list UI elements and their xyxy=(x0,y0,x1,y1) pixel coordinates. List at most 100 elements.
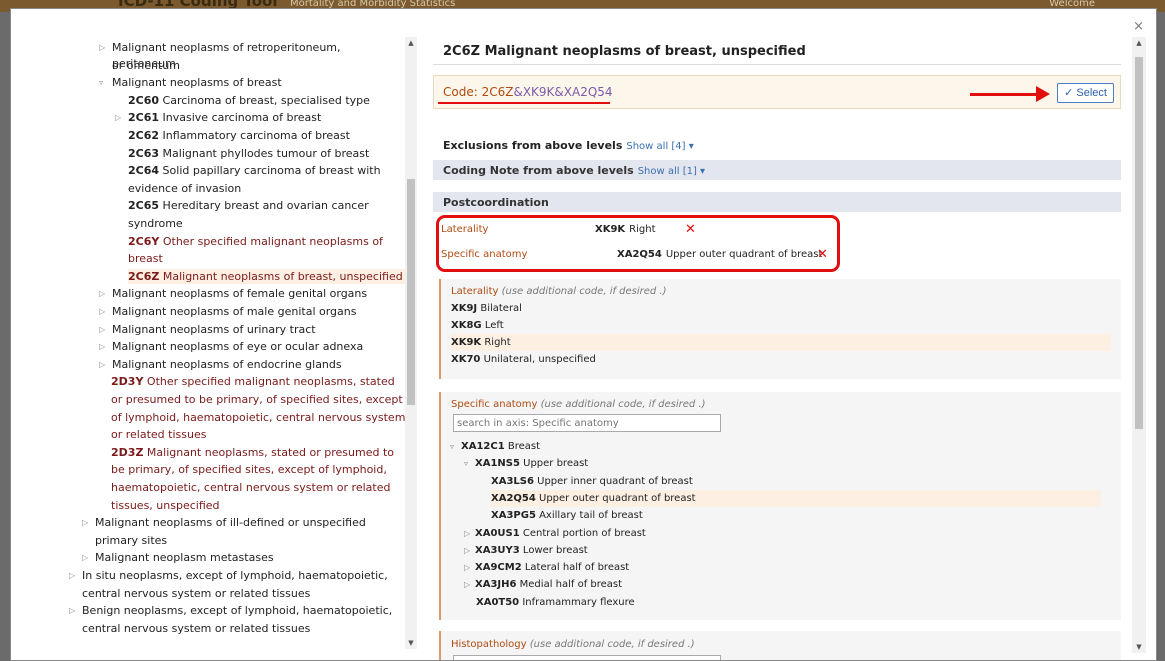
anatomy-option-xa2q54[interactable]: XA2Q54 Upper outer quadrant of breast xyxy=(491,489,1101,507)
anatomy-option-xa0t50[interactable]: XA0T50 Inframammary flexure xyxy=(476,594,635,611)
tree-item[interactable]: ▷ Benign neoplasms, except of lymphoid, h… xyxy=(69,603,392,619)
tree-item-label: Malignant neoplasms of ill-defined or un… xyxy=(95,516,366,530)
option-label: Left xyxy=(484,320,504,331)
tree-item[interactable]: ▷ Malignant neoplasms of female genital o… xyxy=(99,286,367,302)
code-ext-anatomy: XA2Q54 xyxy=(563,85,613,99)
tree-item[interactable]: ▷ Malignant neoplasms of urinary tract xyxy=(99,322,316,338)
laterality-option-xk9j[interactable]: XK9J Bilateral xyxy=(451,300,522,317)
tree-item[interactable]: haematopoietic, central nervous system o… xyxy=(111,480,390,496)
anatomy-option-xa3pg5[interactable]: XA3PG5 Axillary tail of breast xyxy=(491,507,643,524)
anatomy-option-xa1ns5[interactable]: ▿ XA1NS5 Upper breast xyxy=(464,455,589,472)
tree-item-2c61[interactable]: ▷ 2C61 Invasive carcinoma of breast xyxy=(115,110,321,126)
anatomy-option-xa12c1[interactable]: ▿ XA12C1 Breast xyxy=(450,438,540,455)
tree-item-2d3y[interactable]: 2D3Y Other specified malignant neoplasms… xyxy=(111,374,395,390)
anatomy-option-xa9cm2[interactable]: ▷ XA9CM2 Lateral half of breast xyxy=(464,559,629,576)
tree-item-label: Other specified malignant neoplasms, sta… xyxy=(146,375,395,389)
anatomy-search-input[interactable] xyxy=(453,414,721,432)
collapsed-triangle-icon[interactable]: ▷ xyxy=(464,559,470,576)
collapsed-triangle-icon[interactable]: ▷ xyxy=(99,40,105,56)
scroll-down-icon[interactable]: ▼ xyxy=(405,637,417,649)
tree-item[interactable]: or related tissues xyxy=(111,427,206,443)
collapsed-triangle-icon[interactable]: ▷ xyxy=(99,339,105,355)
tree-item-2c65[interactable]: 2C65 Hereditary breast and ovarian cance… xyxy=(128,198,369,214)
tree-item[interactable]: central nervous system or related tissue… xyxy=(82,586,310,602)
collapsed-triangle-icon[interactable]: ▷ xyxy=(99,322,105,338)
option-code: XA3LS6 xyxy=(491,475,534,487)
anatomy-title-text: Specific anatomy xyxy=(451,399,538,410)
scroll-down-icon[interactable]: ▼ xyxy=(1132,641,1146,653)
exclusions-show-all-link[interactable]: Show all [4] ▾ xyxy=(626,141,693,152)
tree-item-label: Malignant neoplasms of breast xyxy=(112,76,282,90)
collapsed-triangle-icon[interactable]: ▷ xyxy=(115,110,121,126)
tree-scrollbar[interactable]: ▲ ▼ xyxy=(405,37,417,649)
tree-item-code: 2C64 xyxy=(128,164,160,178)
coding-note-section: Coding Note from above levels Show all [1… xyxy=(433,160,1121,180)
option-label: Upper breast xyxy=(523,458,589,470)
collapsed-triangle-icon[interactable]: ▷ xyxy=(82,515,88,531)
expanded-triangle-icon[interactable]: ▿ xyxy=(450,438,454,455)
tree-item-2c62[interactable]: 2C62 Inflammatory carcinoma of breast xyxy=(128,128,350,144)
collapsed-triangle-icon[interactable]: ▷ xyxy=(69,568,75,584)
tree-item-label: or related tissues xyxy=(111,428,207,442)
anatomy-option-xa3jh6[interactable]: ▷ XA3JH6 Medial half of breast xyxy=(464,576,622,593)
tree-item[interactable]: ▷ Malignant neoplasms of endocrine glands xyxy=(99,357,342,373)
exclusions-label: Exclusions from above levels xyxy=(443,139,623,152)
laterality-option-xk8g[interactable]: XK8G Left xyxy=(451,317,504,334)
scroll-up-icon[interactable]: ▲ xyxy=(405,37,417,49)
collapsed-triangle-icon[interactable]: ▷ xyxy=(464,525,470,542)
tree-item[interactable]: syndrome xyxy=(128,216,183,232)
collapsed-triangle-icon[interactable]: ▷ xyxy=(69,603,75,619)
option-label: Axillary tail of breast xyxy=(539,510,643,522)
tree-item[interactable]: primary sites xyxy=(95,533,167,549)
tree-item[interactable]: or omentum xyxy=(112,58,180,74)
tree-item-2c6z[interactable]: 2C6Z Malignant neoplasms of breast, unsp… xyxy=(128,268,405,285)
tree-item[interactable]: tissues, unspecified xyxy=(111,498,220,514)
histopathology-search-input[interactable] xyxy=(453,655,721,660)
option-label: Upper outer quadrant of breast xyxy=(539,492,696,504)
tree-item-2c64[interactable]: 2C64 Solid papillary carcinoma of breast… xyxy=(128,163,381,179)
page-title: 2C6Z Malignant neoplasms of breast, unsp… xyxy=(443,44,806,59)
tree-item-2d3z[interactable]: 2D3Z Malignant neoplasms, stated or pres… xyxy=(111,445,394,461)
collapsed-triangle-icon[interactable]: ▷ xyxy=(82,550,88,566)
laterality-option-xk70[interactable]: XK70 Unilateral, unspecified xyxy=(451,351,596,368)
tree-item-label: Solid papillary carcinoma of breast with xyxy=(162,164,381,178)
tree-item-label: evidence of invasion xyxy=(128,181,242,195)
tree-item-label: Malignant neoplasm metastases xyxy=(95,551,274,565)
tree-item[interactable]: breast xyxy=(128,251,163,267)
tree-item[interactable]: ▷ Malignant neoplasms of male genital org… xyxy=(99,304,357,320)
collapsed-triangle-icon[interactable]: ▷ xyxy=(464,576,470,593)
tree-item[interactable]: ▷ In situ neoplasms, except of lymphoid, … xyxy=(69,568,388,584)
detail-scrollbar[interactable]: ▲ ▼ xyxy=(1132,37,1146,653)
tree-item[interactable]: ▷ Malignant neoplasms of ill-defined or u… xyxy=(82,515,366,531)
tree-item[interactable]: ▷ Malignant neoplasm metastases xyxy=(82,550,274,566)
tree-item[interactable]: of lymphoid, haematopoietic, central ner… xyxy=(111,410,405,426)
anatomy-option-xa3ls6[interactable]: XA3LS6 Upper inner quadrant of breast xyxy=(491,473,693,490)
collapsed-triangle-icon[interactable]: ▷ xyxy=(99,304,105,320)
close-icon[interactable]: × xyxy=(1133,20,1144,33)
tree-item-2c63[interactable]: 2C63 Malignant phyllodes tumour of breas… xyxy=(128,146,369,162)
expanded-triangle-icon[interactable]: ▿ xyxy=(464,455,468,472)
collapsed-triangle-icon[interactable]: ▷ xyxy=(99,286,105,302)
tree-scroll-thumb[interactable] xyxy=(407,179,415,405)
tree-item[interactable]: ▷ Malignant neoplasms of eye or ocular ad… xyxy=(99,339,363,355)
detail-scroll-thumb[interactable] xyxy=(1135,57,1143,429)
collapsed-triangle-icon[interactable]: ▷ xyxy=(464,542,470,559)
scroll-up-icon[interactable]: ▲ xyxy=(1132,37,1146,49)
tree-item[interactable]: ▿ Malignant neoplasms of breast xyxy=(99,75,282,91)
tree-item-2c60[interactable]: 2C60 Carcinoma of breast, specialised ty… xyxy=(128,93,370,109)
expanded-triangle-icon[interactable]: ▿ xyxy=(99,75,103,91)
coding-note-show-all-link[interactable]: Show all [1] ▾ xyxy=(638,166,705,177)
tree-item[interactable]: or presumed to be primary, of specified … xyxy=(111,392,403,408)
tree-item[interactable]: evidence of invasion xyxy=(128,181,241,197)
postcoordination-label: Postcoordination xyxy=(443,196,549,209)
select-button[interactable]: ✓ Select xyxy=(1057,83,1114,103)
laterality-axis-panel: Laterality (use additional code, if desi… xyxy=(439,279,1121,379)
option-code: XA0US1 xyxy=(475,527,520,539)
anatomy-option-xa3uy3[interactable]: ▷ XA3UY3 Lower breast xyxy=(464,542,588,559)
tree-item[interactable]: be primary, of specified sites, except o… xyxy=(111,462,387,478)
anatomy-option-xa0us1[interactable]: ▷ XA0US1 Central portion of breast xyxy=(464,525,646,542)
laterality-option-xk9k[interactable]: XK9K Right xyxy=(451,334,1111,351)
collapsed-triangle-icon[interactable]: ▷ xyxy=(99,357,105,373)
tree-item[interactable]: central nervous system or related tissue… xyxy=(82,621,310,637)
tree-item-2c6y[interactable]: 2C6Y Other specified malignant neoplasms… xyxy=(128,234,383,250)
